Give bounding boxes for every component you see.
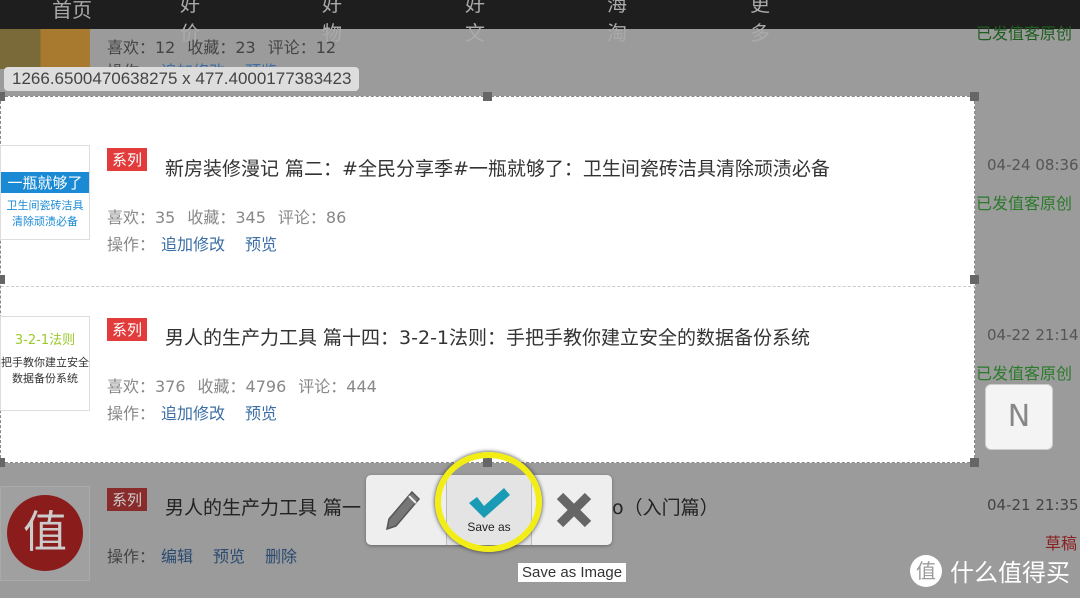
preview-link[interactable]: 预览 (213, 547, 245, 566)
nav-label: 更多 (750, 0, 770, 45)
x-icon (556, 492, 592, 528)
article-ops: 操作： 编辑 预览 删除 (107, 547, 298, 566)
article-title[interactable]: 男人的生产力工具 篇十四：3-2-1法则：手把手教你建立安全的数据备份系统 (165, 323, 810, 350)
preview-link[interactable]: 预览 (245, 235, 277, 254)
thumbnail: 值 (0, 486, 90, 581)
side-button[interactable]: N (985, 384, 1053, 450)
chevron-down-icon: ˅ (760, 0, 766, 2)
article-stats: 喜欢：376 收藏：4796 评论：444 (107, 377, 377, 396)
nav-label: 好文 (465, 0, 485, 45)
status-badge: 已发值客原创 (976, 364, 1073, 383)
nav-home[interactable]: 首页 (52, 0, 92, 23)
status-badge: 已发值客原创 (976, 194, 1073, 213)
resize-handle[interactable] (970, 275, 979, 284)
thumbnail: 3-2-1法则 把手教你建立安全 数据备份系统 (0, 316, 90, 411)
series-tag: 系列 (107, 148, 148, 171)
resize-handle[interactable] (0, 458, 5, 467)
resize-handle[interactable] (970, 92, 979, 101)
edit-button[interactable] (366, 475, 438, 545)
edit-link[interactable]: 编辑 (161, 547, 193, 566)
chevron-down-icon: ˅ (332, 0, 338, 2)
edit-link[interactable]: 追加修改 (161, 404, 225, 423)
article-stats: 喜欢：12 收藏：23 评论：12 (107, 38, 337, 57)
article-title-end: o（入门篇） (612, 497, 719, 519)
chevron-down-icon: ˅ (617, 0, 623, 2)
delete-link[interactable]: 删除 (265, 547, 297, 566)
resize-handle[interactable] (0, 275, 5, 284)
preview-link[interactable]: 预览 (245, 404, 277, 423)
article-date: 04-21 21:35 (987, 496, 1079, 514)
chevron-down-icon: ˅ (475, 0, 481, 2)
chevron-down-icon: ˅ (190, 0, 196, 2)
resize-handle[interactable] (970, 458, 979, 467)
series-tag: 系列 (107, 318, 148, 341)
series-tag: 系列 (107, 488, 148, 511)
article-ops: 操作：追加修改预览 (107, 404, 278, 423)
cancel-button[interactable] (538, 475, 610, 545)
divider (1, 286, 976, 287)
thumbnail (0, 29, 90, 69)
size-readout: 1266.6500470638275 x 477.4000177383423 (4, 67, 360, 91)
article-title[interactable]: 新房装修漫记 篇二：#全民分享季#一瓶就够了：卫生间瓷砖洁具清除顽渍必备 (165, 154, 830, 181)
article-date: 04-22 21:14 (987, 326, 1079, 344)
article-stats: 喜欢：35 收藏：345 评论：86 (107, 208, 347, 227)
resize-handle[interactable] (483, 92, 492, 101)
resize-handle[interactable] (0, 92, 5, 101)
article-title[interactable]: 男人的生产力工具 篇一 (165, 493, 361, 520)
status-badge: 已发值客原创 (976, 24, 1073, 43)
watermark-logo: 值什么值得买 (910, 553, 1070, 588)
article-ops: 操作：追加修改预览 (107, 235, 278, 254)
highlight-circle (435, 452, 542, 552)
thumbnail: 一瓶就够了 卫生间瓷砖洁具 清除顽渍必备 (0, 145, 90, 240)
tooltip: Save as Image (517, 562, 628, 583)
edit-link[interactable]: 追加修改 (161, 235, 225, 254)
nav-label: 海淘 (607, 0, 627, 45)
status-badge: 草稿 (1045, 534, 1078, 553)
article-date: 04-24 08:36 (987, 156, 1079, 174)
top-nav: 首页 好价˅ 好物˅ 好文˅ 海淘˅ 更多˅ (0, 0, 1080, 45)
pencil-icon (386, 490, 421, 531)
